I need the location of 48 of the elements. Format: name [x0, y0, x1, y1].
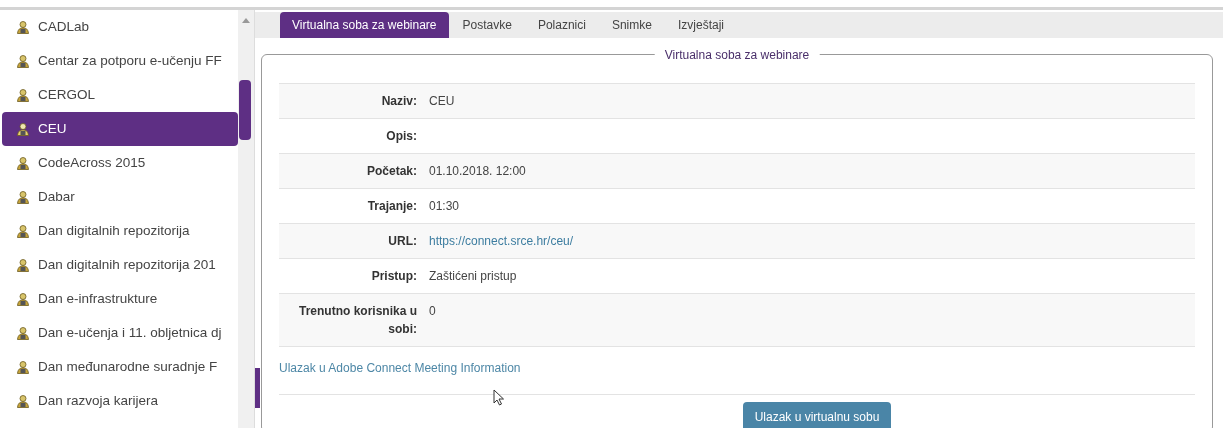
user-icon: [16, 156, 30, 170]
sidebar-item[interactable]: Dabar: [2, 180, 238, 214]
sidebar-item[interactable]: Dan digitalnih repozitorija: [2, 214, 238, 248]
tab[interactable]: Postavke: [450, 12, 524, 38]
sidebar-item[interactable]: CEU: [2, 112, 238, 146]
user-icon: [16, 20, 30, 34]
field-label: URL:: [388, 234, 417, 248]
field-value: Zaštićeni pristup: [429, 268, 517, 285]
sidebar-item[interactable]: CERGOL: [2, 78, 238, 112]
sidebar-item[interactable]: Centar za potporu e-učenju FF: [2, 44, 238, 78]
url-link[interactable]: https://connect.srce.hr/ceu/: [429, 232, 574, 250]
field-label: Opis:: [386, 129, 417, 143]
field-value: 01:30: [429, 198, 460, 215]
field-value: CEU: [429, 93, 455, 110]
tab[interactable]: Virtualna soba za webinare: [280, 12, 449, 38]
sidebar-item[interactable]: Dan razvoja karijera: [2, 384, 238, 418]
field-label: Naziv:: [381, 94, 417, 108]
user-icon: [16, 122, 30, 136]
meeting-info-link[interactable]: Ulazak u Adobe Connect Meeting Information: [279, 361, 521, 375]
field-label: Trenutno korisnika u sobi:: [298, 304, 417, 336]
cursor-icon: [493, 389, 505, 406]
sidebar-item[interactable]: Dan međunarodne suradnje F: [2, 350, 238, 384]
sidebar-item[interactable]: CodeAcross 2015: [2, 146, 238, 180]
user-icon: [16, 292, 30, 306]
user-icon: [16, 360, 30, 374]
enter-room-button[interactable]: Ulazak u virtualnu sobu: [742, 402, 892, 428]
sidebar-item[interactable]: Dan e-infrastrukture: [2, 282, 238, 316]
sidebar-item[interactable]: Dan e-učenja i 11. obljetnica dj: [2, 316, 238, 350]
field-value: 01.10.2018. 12:00: [429, 163, 526, 180]
user-icon: [16, 258, 30, 272]
user-icon: [16, 88, 30, 102]
field-label: Trajanje:: [367, 199, 417, 213]
field-label: Početak:: [366, 164, 417, 178]
sidebar-item[interactable]: Dan digitalnih repozitorija 201: [2, 248, 238, 282]
field-value: 0: [429, 303, 436, 320]
user-icon: [16, 190, 30, 204]
user-icon: [16, 54, 30, 68]
tab[interactable]: Snimke: [599, 12, 664, 38]
sidebar-item[interactable]: CADLab: [2, 10, 238, 44]
scrollbar-thumb[interactable]: [239, 80, 251, 140]
scrollbar-thumb[interactable]: [255, 368, 260, 408]
user-icon: [16, 326, 30, 340]
tab[interactable]: Izvještaji: [665, 12, 736, 38]
tab[interactable]: Polaznici: [525, 12, 598, 38]
scroll-up-icon[interactable]: [242, 18, 250, 23]
field-label: Pristup:: [371, 269, 417, 283]
user-icon: [16, 224, 30, 238]
user-icon: [16, 394, 30, 408]
